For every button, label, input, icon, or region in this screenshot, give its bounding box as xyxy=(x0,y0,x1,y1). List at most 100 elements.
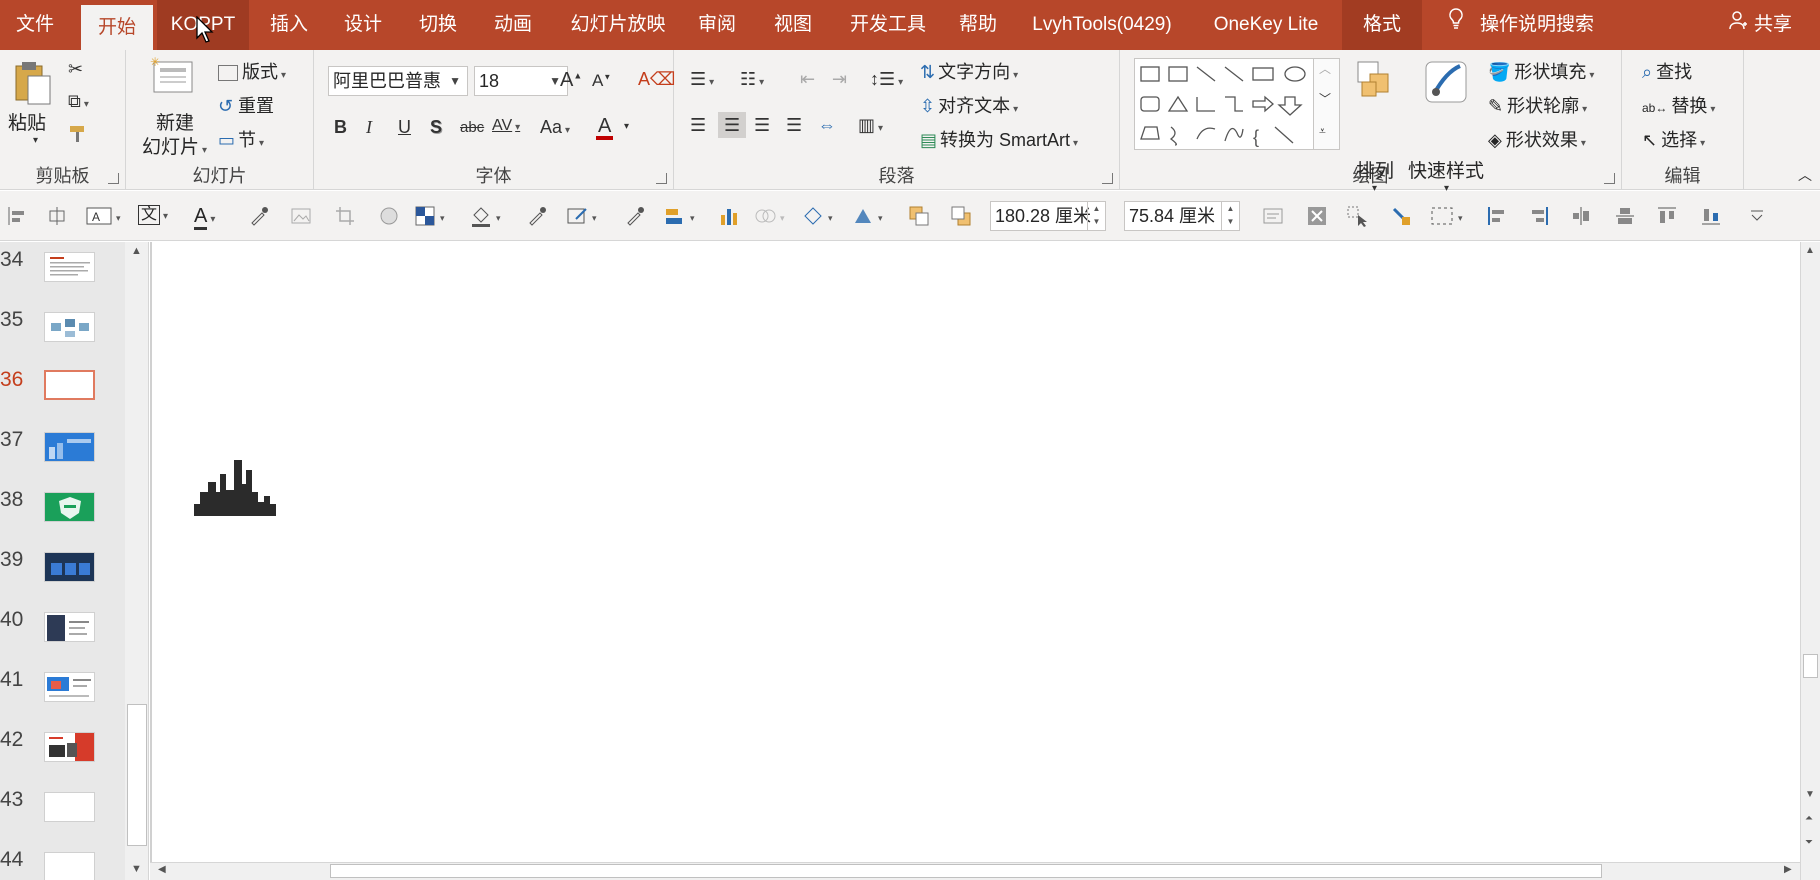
tab-insert[interactable]: 插入 xyxy=(256,0,322,50)
tab-onekey-lite[interactable]: OneKey Lite xyxy=(1200,0,1332,50)
slide-thumbnail[interactable] xyxy=(44,612,95,642)
font-name-combo[interactable]: 阿里巴巴普惠 ▼ xyxy=(328,66,468,96)
chevron-down-icon[interactable]: ﹀ xyxy=(1319,93,1331,105)
tab-transitions[interactable]: 切换 xyxy=(405,0,471,50)
text-box-icon[interactable]: A ▾ xyxy=(86,205,126,227)
previous-slide-icon[interactable]: ⏶ xyxy=(1805,814,1813,824)
scroll-thumb[interactable] xyxy=(1803,654,1818,678)
chevron-down-icon[interactable]: ▼ xyxy=(449,67,461,95)
text-frame-icon[interactable] xyxy=(1262,205,1284,227)
crop-icon[interactable] xyxy=(334,205,356,227)
paste-icon[interactable] xyxy=(12,60,52,115)
slide-thumbnail[interactable] xyxy=(44,312,95,342)
bold-button[interactable]: B xyxy=(334,118,347,136)
send-backward-icon[interactable] xyxy=(950,205,972,227)
thumbnail-scrollbar[interactable]: ▲ ▼ xyxy=(125,242,149,880)
find-button[interactable]: ⌕ 查找 xyxy=(1642,58,1692,84)
shape-outline-button[interactable]: ✎ 形状轮廓 ▾ xyxy=(1488,92,1587,118)
scroll-down-icon[interactable]: ▼ xyxy=(131,864,142,875)
shape-width-field[interactable]: 180.28 厘米 ▲ ▼ xyxy=(990,201,1106,231)
arrange-button[interactable]: 排列 xyxy=(1356,156,1394,183)
clear-format-icon[interactable]: A⌫ xyxy=(638,70,675,88)
new-slide-label[interactable]: 新建 xyxy=(156,108,194,135)
tab-format[interactable]: 格式 xyxy=(1342,0,1422,50)
new-slide-icon[interactable]: ✳ xyxy=(150,55,196,105)
scroll-up-icon[interactable]: ▲ xyxy=(131,246,142,257)
bring-forward-icon[interactable] xyxy=(908,205,930,227)
tab-developer[interactable]: 开发工具 xyxy=(838,0,938,50)
new-slide-label-2[interactable]: 幻灯片 ▾ xyxy=(142,132,207,159)
scroll-left-icon[interactable]: ◀ xyxy=(158,865,166,875)
scroll-down-icon[interactable]: ▼ xyxy=(1805,790,1815,800)
slide-thumbnail[interactable] xyxy=(44,492,95,522)
shape-fill-button[interactable]: 🪣 形状填充 ▾ xyxy=(1488,58,1594,84)
tab-review[interactable]: 审阅 xyxy=(684,0,750,50)
dialog-launcher-icon[interactable] xyxy=(108,173,119,184)
canvas-vertical-scrollbar[interactable]: ▲ ▼ ⏶ ⏷ xyxy=(1800,242,1820,880)
align-middle-icon[interactable] xyxy=(1570,205,1592,227)
tab-help[interactable]: 帮助 xyxy=(948,0,1008,50)
gallery-scroll[interactable]: ︿ ﹀ ⩡ xyxy=(1314,58,1340,150)
paint-bucket-icon[interactable]: ▾ xyxy=(470,205,510,227)
italic-button[interactable]: I xyxy=(366,118,372,136)
delete-icon[interactable] xyxy=(1306,205,1328,227)
columns-icon[interactable]: ▥ ▾ xyxy=(858,116,883,134)
align-top-icon[interactable] xyxy=(1656,205,1678,227)
rotate-icon[interactable]: ▾ xyxy=(852,205,892,227)
numbering-icon[interactable]: ☷ ▾ xyxy=(740,70,764,88)
character-spacing-button[interactable]: AV ▾ xyxy=(492,118,520,134)
distribute-icon[interactable] xyxy=(46,205,68,227)
width-spinner[interactable]: ▲ ▼ xyxy=(1087,202,1105,230)
align-text-button[interactable]: ⇳ 对齐文本 ▾ xyxy=(920,92,1018,118)
reset-button[interactable]: ↺ 重置 xyxy=(218,92,274,118)
customize-toolbar-icon[interactable] xyxy=(1746,205,1768,227)
eyedropper-line-icon[interactable] xyxy=(624,205,646,227)
arrange-icon[interactable] xyxy=(1356,60,1396,105)
chevron-down-icon[interactable]: ▾ xyxy=(624,122,629,132)
grow-font-icon[interactable]: A▲ xyxy=(560,70,582,90)
scroll-up-icon[interactable]: ▲ xyxy=(1805,246,1815,256)
tell-me-search[interactable]: 操作说明搜索 xyxy=(1448,0,1594,50)
format-painter-icon[interactable] xyxy=(68,124,90,147)
increase-indent-icon[interactable]: ⇥ xyxy=(832,70,847,88)
quick-styles-button[interactable]: 快速样式 xyxy=(1408,156,1484,183)
dialog-launcher-icon[interactable] xyxy=(1102,173,1113,184)
slide-canvas[interactable] xyxy=(150,242,1800,862)
font-color-a-icon[interactable]: A ▾ xyxy=(194,205,234,230)
height-spinner[interactable]: ▲ ▼ xyxy=(1221,202,1239,230)
picture-icon[interactable] xyxy=(290,205,312,227)
merge-shapes-icon[interactable]: ▾ xyxy=(754,205,794,227)
section-button[interactable]: ▭ 节 ▾ xyxy=(218,126,264,152)
font-size-combo[interactable]: 18 ▼ xyxy=(474,66,568,96)
quick-styles-icon[interactable] xyxy=(1424,58,1468,111)
city-skyline-icon[interactable] xyxy=(194,460,276,521)
align-left-icon[interactable] xyxy=(1486,205,1508,227)
tab-file[interactable]: 文件 xyxy=(0,0,70,50)
slide-thumbnail[interactable] xyxy=(44,252,95,282)
scissors-icon[interactable]: ✂ xyxy=(68,60,83,78)
eyedropper-fill-icon[interactable] xyxy=(526,205,548,227)
circle-icon[interactable] xyxy=(378,205,400,227)
align-left-icon[interactable]: ☰ xyxy=(690,116,706,134)
shadow-button[interactable]: S xyxy=(430,118,442,136)
bullets-icon[interactable]: ☰ ▾ xyxy=(690,70,714,88)
dialog-launcher-icon[interactable] xyxy=(1604,173,1615,184)
canvas-horizontal-scrollbar[interactable]: ◀ ▶ xyxy=(150,862,1800,880)
layout-button[interactable]: 版式 ▾ xyxy=(218,58,286,84)
justify-icon[interactable]: ☰ xyxy=(786,116,802,134)
line-spacing-icon[interactable]: ↕☰ ▾ xyxy=(870,70,903,88)
scroll-right-icon[interactable]: ▶ xyxy=(1784,865,1792,875)
align-center-icon[interactable]: ☰ xyxy=(718,112,747,138)
more-icon[interactable]: ⩡ xyxy=(1319,125,1326,137)
strikethrough-button[interactable]: abc xyxy=(460,120,484,135)
text-direction-button[interactable]: ⇅ 文字方向 ▾ xyxy=(920,58,1018,84)
slide-thumbnail[interactable] xyxy=(44,432,95,462)
fill-color-icon[interactable]: ▾ xyxy=(414,205,454,227)
align-left-edge-icon[interactable] xyxy=(6,205,28,227)
collapse-ribbon-icon[interactable]: ︿ xyxy=(1798,168,1812,182)
tab-view[interactable]: 视图 xyxy=(760,0,826,50)
smartart-button[interactable]: ▤ 转换为 SmartArt ▾ xyxy=(920,126,1078,152)
slide-thumbnail[interactable] xyxy=(44,552,95,582)
align-right-icon[interactable] xyxy=(1528,205,1550,227)
align-center-icon[interactable] xyxy=(1614,205,1636,227)
